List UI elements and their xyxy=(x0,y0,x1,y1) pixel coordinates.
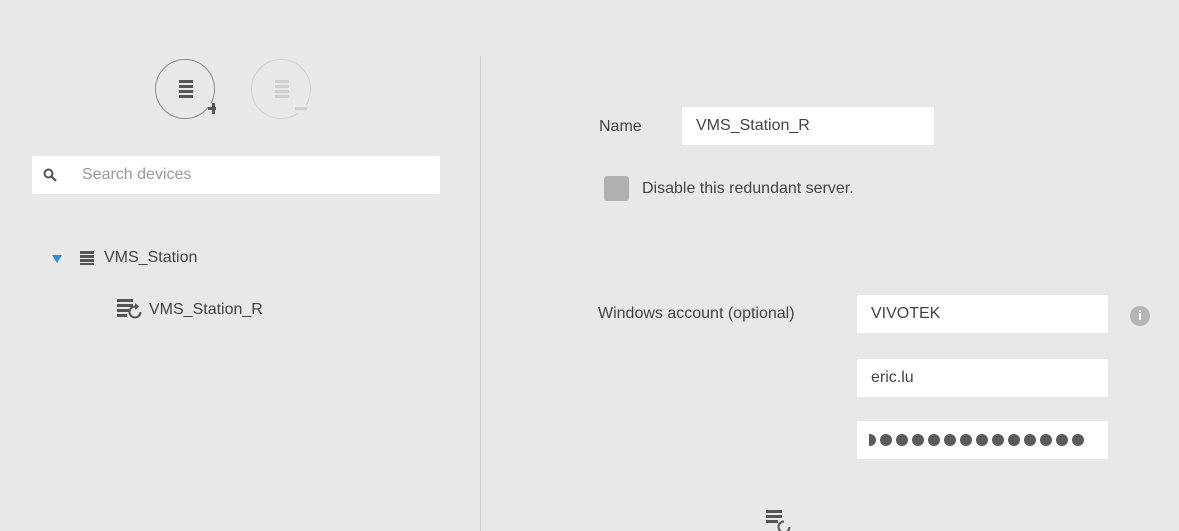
password-field[interactable] xyxy=(857,421,1108,459)
tree-item-label: VMS_Station_R xyxy=(149,301,263,318)
search-box[interactable] xyxy=(32,156,440,194)
disable-server-checkbox[interactable] xyxy=(604,176,629,201)
tree-item-vms-station-r[interactable]: VMS_Station_R xyxy=(117,298,263,322)
username-field[interactable]: eric.lu xyxy=(857,359,1108,397)
search-icon xyxy=(43,168,57,182)
tree-item-vms-station[interactable]: VMS_Station xyxy=(51,249,197,267)
name-field[interactable]: VMS_Station_R xyxy=(682,107,934,145)
server-icon xyxy=(80,251,94,265)
info-icon[interactable]: i xyxy=(1130,306,1150,326)
search-input[interactable] xyxy=(82,156,432,194)
redundant-server-icon xyxy=(117,299,142,319)
password-dots xyxy=(869,421,1108,459)
remove-server-button[interactable] xyxy=(251,59,311,119)
expand-arrow-icon[interactable] xyxy=(51,254,63,264)
server-remove-icon xyxy=(275,80,309,113)
disable-server-label: Disable this redundant server. xyxy=(642,180,854,197)
add-server-button[interactable] xyxy=(155,59,216,119)
device-panel: VMS_Station VMS_Station_R xyxy=(0,0,480,531)
tree-item-label: VMS_Station xyxy=(104,249,198,266)
redundant-server-icon xyxy=(766,510,791,531)
server-add-icon xyxy=(179,80,216,114)
domain-field[interactable]: VIVOTEK xyxy=(857,295,1108,333)
name-label: Name xyxy=(599,118,642,135)
windows-account-label: Windows account (optional) xyxy=(598,305,795,322)
server-settings-panel: Name VMS_Station_R Disable this redundan… xyxy=(481,0,1179,531)
